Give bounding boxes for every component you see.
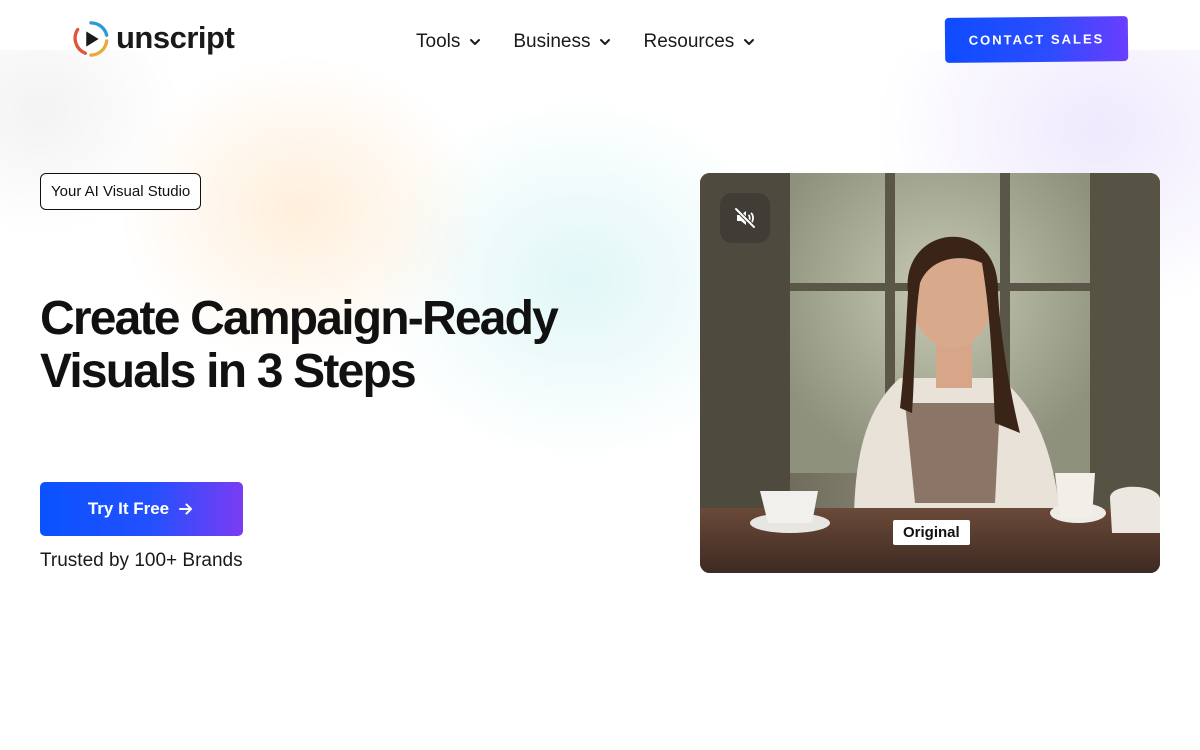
- try-it-free-label: Try It Free: [87, 499, 170, 518]
- contact-sales-button[interactable]: CONTACT SALES: [944, 16, 1129, 63]
- menu-item-business[interactable]: Business: [513, 31, 612, 53]
- mute-toggle-button[interactable]: [720, 193, 770, 243]
- brand-logo[interactable]: unscript: [72, 19, 235, 58]
- menu-item-resources[interactable]: Resources: [643, 31, 756, 53]
- try-it-free-button[interactable]: Try It Free: [40, 482, 243, 536]
- menu-item-label: Tools: [416, 31, 461, 52]
- volume-muted-icon: [734, 207, 756, 229]
- chevron-down-icon: [470, 39, 481, 45]
- menu-item-tools[interactable]: Tools: [416, 31, 482, 53]
- hero-headline: Create Campaign-Ready Visuals in 3 Steps: [40, 292, 600, 398]
- top-nav: unscript Tools Business Resources CONTAC…: [0, 0, 1200, 84]
- main-menu: Tools Business Resources: [416, 31, 756, 53]
- chevron-down-icon: [744, 39, 755, 45]
- original-tag: Original: [893, 520, 970, 545]
- headline-line-1: Create Campaign-Ready: [40, 292, 559, 345]
- menu-item-label: Resources: [643, 31, 735, 52]
- arrow-right-icon: [179, 503, 193, 515]
- hero-badge: Your AI Visual Studio: [40, 173, 202, 210]
- headline-line-2: Visuals in 3 Steps: [40, 345, 417, 398]
- play-ring-icon: [73, 21, 109, 57]
- brand-name: unscript: [116, 19, 235, 55]
- trust-text: Trusted by 100+ Brands: [40, 550, 243, 571]
- chevron-down-icon: [600, 39, 611, 45]
- menu-item-label: Business: [513, 31, 591, 52]
- hero-video[interactable]: Original: [700, 173, 1160, 573]
